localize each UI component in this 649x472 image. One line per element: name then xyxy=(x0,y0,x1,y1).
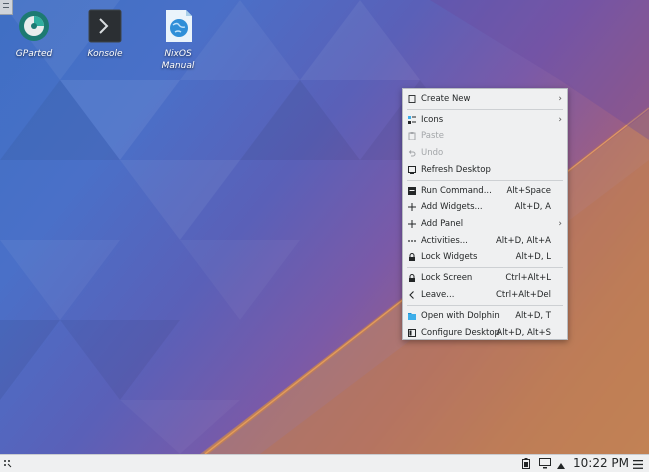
paste-icon xyxy=(408,132,416,140)
globe-icon xyxy=(166,10,192,42)
display-icon xyxy=(539,458,551,469)
menu-item-label: Open with Dolphin xyxy=(421,311,500,321)
menu-item-label: Undo xyxy=(421,148,444,158)
menu-item-label: Paste xyxy=(421,131,444,141)
menu-item-open-with-dolphin[interactable]: Open with Dolphin Alt+D, T xyxy=(403,308,567,324)
folder-icon xyxy=(408,313,416,320)
undo-icon xyxy=(408,150,416,157)
desktop-icon-nixos-manual[interactable]: NixOS Manual xyxy=(148,8,208,72)
menu-item-label: Lock Widgets xyxy=(421,252,478,262)
run-command-icon xyxy=(408,187,416,195)
menu-item-label: Create New xyxy=(421,94,471,104)
menu-item-label: Add Panel xyxy=(421,219,464,229)
refresh-desktop-icon xyxy=(408,166,416,174)
chevron-right-icon: › xyxy=(558,219,562,229)
menu-item-label: Icons xyxy=(421,115,444,125)
menu-separator xyxy=(407,305,563,306)
menu-item-create-new[interactable]: Create New › xyxy=(403,91,567,107)
menu-item-label: Run Command... xyxy=(421,186,492,196)
battery-button[interactable] xyxy=(522,455,532,472)
menu-item-refresh-desktop[interactable]: Refresh Desktop xyxy=(403,162,567,178)
configure-desktop-icon xyxy=(408,329,416,337)
menu-item-undo[interactable]: Undo xyxy=(403,145,567,161)
icons-grid-icon xyxy=(408,116,416,124)
menu-item-activities[interactable]: Activities... Alt+D, Alt+A xyxy=(403,233,567,249)
menu-item-label: Add Widgets... xyxy=(421,202,483,212)
gparted-icon xyxy=(19,11,49,41)
lock-icon xyxy=(409,274,415,282)
menu-item-label: Lock Screen xyxy=(421,273,473,283)
menu-separator xyxy=(407,267,563,268)
menu-item-label: Configure Desktop xyxy=(421,328,500,338)
menu-item-run-command[interactable]: Run Command... Alt+Space xyxy=(403,183,567,199)
menu-item-configure-desktop[interactable]: Configure Desktop Alt+D, Alt+S xyxy=(403,325,567,341)
menu-item-shortcut: Alt+Space xyxy=(506,186,551,196)
desktop-icon-gparted[interactable]: GParted xyxy=(4,8,64,60)
desktop-icon-label: GParted xyxy=(15,49,53,59)
desktop-icon-label: Konsole xyxy=(87,49,123,59)
menu-item-shortcut: Alt+D, L xyxy=(515,252,551,262)
plus-icon xyxy=(408,220,416,228)
desktop-context-menu: Create New › Icons › Paste Undo Refresh … xyxy=(402,88,568,340)
menu-item-lock-widgets[interactable]: Lock Widgets Alt+D, L xyxy=(403,249,567,265)
desktop-icon-konsole[interactable]: Konsole xyxy=(75,8,135,60)
terminal-icon xyxy=(88,9,122,43)
menu-separator xyxy=(407,180,563,181)
desktop-icon-label: NixOS Manual xyxy=(161,49,195,71)
tray-expand-arrow-icon xyxy=(557,463,565,469)
plus-icon xyxy=(408,203,416,211)
menu-item-shortcut: Alt+D, T xyxy=(515,311,551,321)
chevron-left-icon xyxy=(409,291,414,299)
application-launcher-button[interactable] xyxy=(3,455,15,472)
menu-item-add-widgets[interactable]: Add Widgets... Alt+D, A xyxy=(403,199,567,215)
new-document-icon xyxy=(408,95,416,103)
menu-item-label: Leave... xyxy=(421,290,455,300)
lock-icon xyxy=(409,253,415,261)
activities-icon xyxy=(408,240,416,242)
menu-item-icons[interactable]: Icons › xyxy=(403,112,567,128)
menu-item-leave[interactable]: Leave... Ctrl+Alt+Del xyxy=(403,287,567,303)
menu-item-shortcut: Alt+D, Alt+A xyxy=(495,236,551,246)
chevron-right-icon: › xyxy=(558,115,562,125)
application-launcher-icon xyxy=(4,460,12,468)
menu-item-add-panel[interactable]: Add Panel › xyxy=(403,216,567,232)
menu-item-label: Refresh Desktop xyxy=(421,165,491,175)
menu-item-lock-screen[interactable]: Lock Screen Ctrl+Alt+L xyxy=(403,270,567,286)
taskbar-panel: 10:22 PM xyxy=(0,454,649,472)
menu-item-paste[interactable]: Paste xyxy=(403,128,567,144)
menu-item-label: Activities... xyxy=(421,236,468,246)
tray-expand-button[interactable] xyxy=(557,455,567,472)
menu-item-shortcut: Ctrl+Alt+L xyxy=(505,273,551,283)
battery-icon xyxy=(522,458,530,469)
hamburger-menu-icon xyxy=(633,460,643,469)
panel-options-button[interactable] xyxy=(633,455,645,472)
clock[interactable]: 10:22 PM xyxy=(573,455,629,472)
chevron-right-icon: › xyxy=(558,94,562,104)
menu-separator xyxy=(407,109,563,110)
menu-item-shortcut: Ctrl+Alt+Del xyxy=(495,290,551,300)
menu-item-shortcut: Alt+D, Alt+S xyxy=(496,328,551,338)
menu-item-shortcut: Alt+D, A xyxy=(514,202,551,212)
display-button[interactable] xyxy=(539,455,552,472)
